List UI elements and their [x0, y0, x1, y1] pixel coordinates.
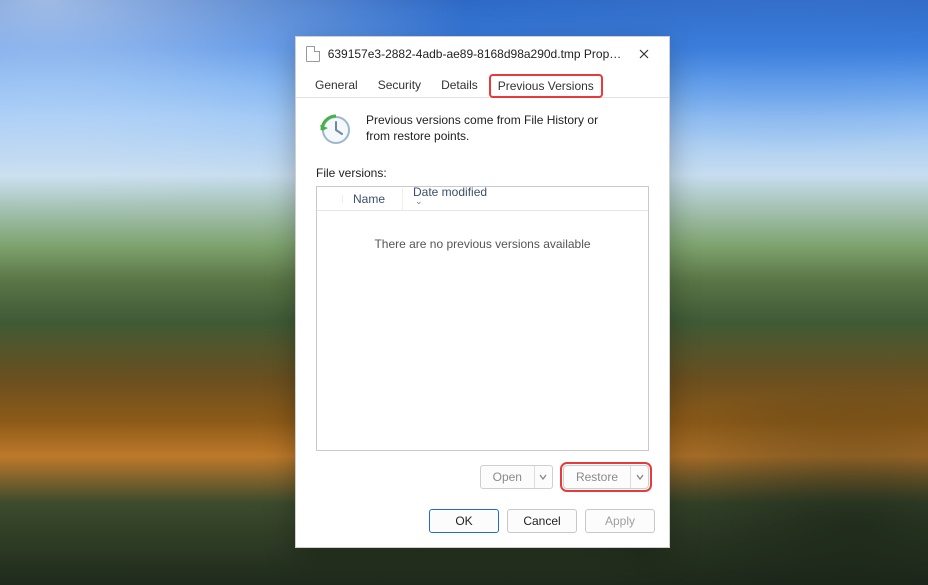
listview-body: There are no previous versions available: [317, 211, 648, 450]
open-button-label: Open: [481, 466, 534, 488]
file-icon: [306, 46, 320, 62]
cancel-button[interactable]: Cancel: [507, 509, 577, 533]
listview-header: Name Date modified ⌄: [317, 187, 648, 211]
empty-message: There are no previous versions available: [374, 237, 590, 251]
chevron-down-icon: [539, 473, 547, 481]
restore-button-label: Restore: [564, 466, 630, 488]
column-date-label: Date modified: [413, 185, 487, 199]
file-versions-label: File versions:: [316, 166, 649, 180]
tab-previous-versions[interactable]: Previous Versions: [489, 74, 603, 98]
properties-dialog: 639157e3-2882-4adb-ae89-8168d98a290d.tmp…: [295, 36, 670, 548]
tab-details[interactable]: Details: [432, 73, 487, 97]
column-spacer[interactable]: [317, 195, 343, 203]
restore-dropdown[interactable]: [630, 466, 648, 488]
tabstrip: General Security Details Previous Versio…: [296, 70, 669, 98]
close-icon: [639, 49, 649, 59]
window-title: 639157e3-2882-4adb-ae89-8168d98a290d.tmp…: [328, 47, 624, 61]
sort-indicator-icon: ⌄: [415, 196, 423, 206]
chevron-down-icon: [636, 473, 644, 481]
restore-button[interactable]: Restore: [563, 465, 649, 489]
ok-button[interactable]: OK: [429, 509, 499, 533]
close-button[interactable]: [624, 40, 663, 68]
tab-general[interactable]: General: [306, 73, 367, 97]
versions-listview[interactable]: Name Date modified ⌄ There are no previo…: [316, 186, 649, 451]
file-history-icon: [316, 112, 352, 148]
info-text: Previous versions come from File History…: [366, 112, 616, 144]
tab-content: Previous versions come from File History…: [296, 98, 669, 497]
desktop-wallpaper: 639157e3-2882-4adb-ae89-8168d98a290d.tmp…: [0, 0, 928, 585]
apply-button[interactable]: Apply: [585, 509, 655, 533]
column-name[interactable]: Name: [343, 188, 403, 210]
titlebar: 639157e3-2882-4adb-ae89-8168d98a290d.tmp…: [296, 37, 669, 70]
info-row: Previous versions come from File History…: [316, 112, 649, 148]
open-dropdown[interactable]: [534, 466, 552, 488]
dialog-footer: OK Cancel Apply: [296, 497, 669, 547]
open-button[interactable]: Open: [480, 465, 553, 489]
action-row: Open Restore: [316, 465, 649, 489]
tab-security[interactable]: Security: [369, 73, 430, 97]
